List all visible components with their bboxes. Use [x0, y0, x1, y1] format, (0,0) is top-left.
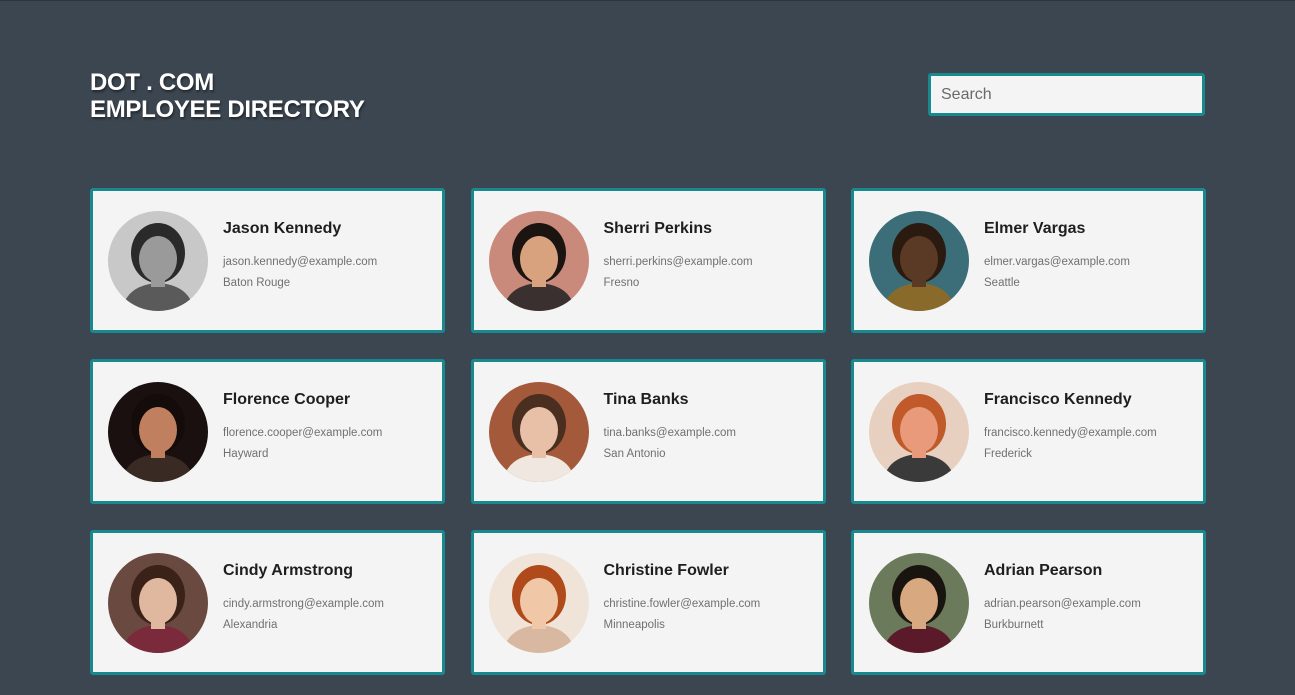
employee-city: Frederick [984, 447, 1032, 460]
search-input[interactable] [928, 73, 1205, 116]
employee-avatar [108, 381, 208, 482]
employee-city: Burkburnett [984, 618, 1044, 631]
employee-card[interactable]: Elmer Vargas elmer.vargas@example.com Seat… [851, 188, 1206, 333]
employee-info: Florence Cooper florence.cooper@example.c… [223, 391, 382, 465]
employee-grid: Jason Kennedy jason.kennedy@example.com Ba… [90, 188, 1206, 675]
employee-info: Francisco Kennedy francisco.kennedy@examp… [984, 391, 1157, 465]
employee-name: Jason Kennedy [223, 219, 342, 237]
employee-card[interactable]: Christine Fowler christine.fowler@example… [470, 530, 826, 675]
site-title-line1: DOT . COM [90, 69, 214, 96]
employee-info: Adrian Pearson adrian.pearson@example.com… [984, 562, 1141, 636]
employee-name: Elmer Vargas [984, 219, 1086, 237]
employee-name: Sherri Perkins [603, 219, 713, 237]
employee-avatar [108, 552, 208, 653]
employee-email: sherri.perkins@example.com [603, 255, 753, 268]
employee-card[interactable]: Cindy Armstrong cindy.armstrong@example.c… [90, 530, 445, 675]
employee-email: cindy.armstrong@example.com [223, 597, 385, 610]
employee-name: Francisco Kennedy [984, 390, 1132, 408]
employee-email: adrian.pearson@example.com [984, 597, 1141, 610]
employee-avatar [488, 381, 589, 482]
employee-avatar [108, 210, 208, 311]
employee-card[interactable]: Francisco Kennedy francisco.kennedy@examp… [851, 359, 1206, 504]
employee-info: Elmer Vargas elmer.vargas@example.com Seat… [984, 220, 1130, 294]
employee-name: Cindy Armstrong [223, 561, 354, 579]
employee-email: florence.cooper@example.com [223, 426, 383, 439]
employee-city: Baton Rouge [223, 276, 291, 289]
employee-city: Minneapolis [603, 618, 665, 631]
employee-name: Adrian Pearson [984, 561, 1103, 579]
employee-info: Cindy Armstrong cindy.armstrong@example.c… [223, 562, 384, 636]
site-title: DOT . COM EMPLOYEE DIRECTORY [90, 69, 365, 123]
employee-city: Seattle [984, 276, 1020, 289]
employee-city: Hayward [223, 447, 269, 460]
employee-city: Alexandria [223, 618, 278, 631]
employee-card[interactable]: Tina Banks tina.banks@example.com San Anto… [470, 359, 826, 504]
employee-city: Fresno [603, 276, 640, 289]
employee-email: francisco.kennedy@example.com [984, 426, 1157, 439]
employee-info: Tina Banks tina.banks@example.com San Anto… [604, 391, 737, 465]
employee-email: elmer.vargas@example.com [984, 255, 1130, 268]
employee-name: Florence Cooper [223, 390, 351, 408]
employee-name: Christine Fowler [603, 561, 729, 579]
employee-card[interactable]: Adrian Pearson adrian.pearson@example.com… [851, 530, 1206, 675]
employee-info: Christine Fowler christine.fowler@example… [604, 562, 761, 636]
employee-card[interactable]: Florence Cooper florence.cooper@example.c… [90, 359, 445, 504]
employee-avatar [869, 210, 969, 311]
employee-avatar [488, 552, 589, 653]
employee-email: christine.fowler@example.com [603, 597, 761, 610]
site-title-line2: EMPLOYEE DIRECTORY [90, 96, 365, 123]
employee-city: San Antonio [603, 447, 666, 460]
employee-info: Jason Kennedy jason.kennedy@example.com Ba… [223, 220, 377, 294]
employee-card[interactable]: Sherri Perkins sherri.perkins@example.com… [470, 188, 826, 333]
employee-name: Tina Banks [603, 390, 689, 408]
employee-email: jason.kennedy@example.com [223, 255, 378, 268]
employee-avatar [488, 210, 589, 311]
employee-avatar [869, 552, 969, 653]
employee-avatar [869, 381, 969, 482]
employee-card[interactable]: Jason Kennedy jason.kennedy@example.com Ba… [90, 188, 445, 333]
employee-email: tina.banks@example.com [603, 426, 737, 439]
employee-info: Sherri Perkins sherri.perkins@example.com… [604, 220, 753, 294]
